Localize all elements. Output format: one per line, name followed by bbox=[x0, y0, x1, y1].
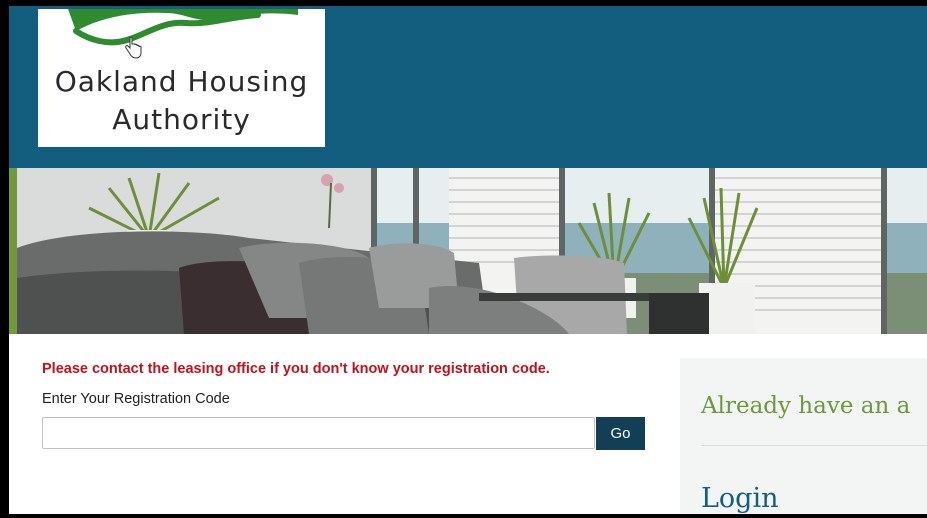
leaf-logo-icon bbox=[68, 9, 298, 46]
registration-code-input[interactable] bbox=[42, 417, 595, 449]
registration-notice: Please contact the leasing office if you… bbox=[42, 361, 550, 377]
go-button[interactable]: Go bbox=[596, 417, 645, 450]
login-heading: Login bbox=[701, 483, 779, 514]
registration-code-label: Enter Your Registration Code bbox=[42, 391, 230, 407]
login-panel: Already have an a Login bbox=[680, 358, 927, 514]
site-logo[interactable]: Oakland Housing Authority bbox=[38, 9, 325, 147]
browser-viewport: Oakland Housing Authority Please contact… bbox=[9, 6, 927, 514]
logo-text-line1: Oakland Housing bbox=[54, 65, 309, 98]
already-have-account-heading: Already have an a bbox=[701, 393, 911, 419]
logo-text-line2: Authority bbox=[112, 103, 251, 136]
hero-banner-image bbox=[9, 168, 927, 334]
panel-divider bbox=[701, 445, 927, 446]
living-room-photo bbox=[17, 168, 927, 334]
site-header: Oakland Housing Authority bbox=[9, 6, 927, 168]
registration-section: Please contact the leasing office if you… bbox=[9, 334, 927, 514]
hand-cursor-icon bbox=[125, 37, 142, 59]
